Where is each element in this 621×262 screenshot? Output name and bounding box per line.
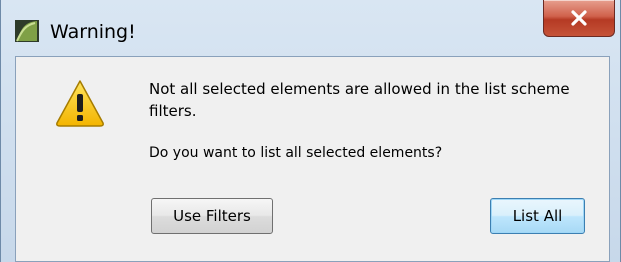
warning-dialog: Warning! Not all selected elements are a… — [0, 0, 621, 262]
warning-icon — [54, 78, 106, 128]
title-bar[interactable]: Warning! — [1, 0, 620, 56]
list-all-button[interactable]: List All — [490, 198, 585, 234]
close-icon[interactable] — [544, 0, 614, 36]
warning-message: Not all selected elements are allowed in… — [149, 80, 570, 120]
question-text: Do you want to list all selected element… — [149, 145, 443, 161]
archicad-icon — [15, 20, 39, 42]
use-filters-button[interactable]: Use Filters — [151, 198, 273, 234]
window-title: Warning! — [50, 21, 136, 43]
close-button[interactable] — [543, 0, 615, 37]
